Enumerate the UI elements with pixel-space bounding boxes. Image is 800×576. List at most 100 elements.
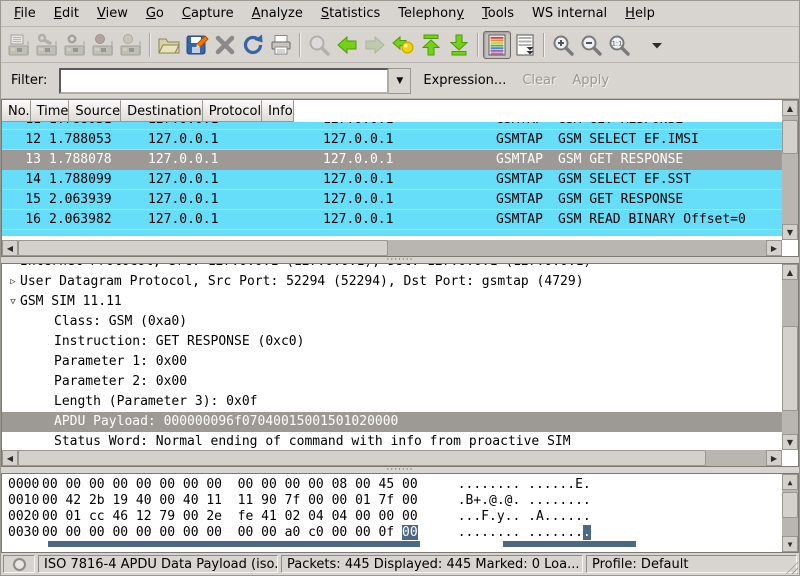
scroll-right-arrow-icon[interactable]: ▶ [766,240,782,256]
protocol-tree-line[interactable]: Status Word: Normal ending of command wi… [2,432,782,450]
menu-item[interactable]: View [88,1,137,26]
go-to-packet-button[interactable] [389,31,417,59]
filter-dropdown-button[interactable]: ▼ [389,68,411,94]
capture-stop-button[interactable] [89,31,117,59]
column-header[interactable]: Time [31,100,70,122]
expander-icon[interactable] [40,332,54,352]
packet-row[interactable]: 11 1.788031 127.0.0.1 127.0.0.1 GSMTAP G… [2,122,782,130]
protocol-tree-line[interactable]: Class: GSM (0xa0) [2,312,782,332]
filter-input[interactable] [59,68,389,94]
open-file-button[interactable] [155,31,183,59]
menu-item[interactable]: Help [616,1,664,26]
scroll-up-arrow-icon[interactable]: ▲ [782,100,798,116]
expression-button[interactable]: Expression... [419,73,510,88]
save-file-button[interactable] [183,31,211,59]
expander-icon[interactable] [40,392,54,412]
expert-info-button[interactable] [3,555,35,573]
filter-label: Filter: [7,73,51,88]
scroll-down-arrow-icon[interactable]: ▼ [782,434,798,450]
colorize-button[interactable] [483,31,511,59]
column-header[interactable]: No. [2,100,31,122]
go-top-button[interactable] [417,31,445,59]
menu-item[interactable]: Edit [45,1,88,26]
packet-list-vertical-scrollbar[interactable]: ▲ ▼ [782,100,798,240]
expander-icon[interactable]: ▽ [6,292,20,312]
packet-row[interactable]: 13 1.788078 127.0.0.1 127.0.0.1 GSMTAP G… [2,150,782,170]
scroll-right-arrow-icon[interactable]: ▶ [766,450,782,466]
protocol-tree-line[interactable]: ▽ GSM SIM 11.11 [2,292,782,312]
hex-dump-row[interactable]: 0010 00 42 2b 19 40 00 40 11 11 90 7f 00… [2,493,782,509]
scrollbar-thumb[interactable] [18,240,388,256]
zoom-actual-button[interactable] [605,31,633,59]
menu-item[interactable]: Capture [173,1,243,26]
packet-row[interactable]: 15 2.063939 127.0.0.1 127.0.0.1 GSMTAP G… [2,190,782,210]
hex-vertical-scrollbar[interactable]: ▲ ▼ [782,474,798,552]
menu-item[interactable]: Tools [473,1,523,26]
scroll-down-arrow-icon[interactable]: ▼ [782,536,798,552]
selected-ascii[interactable]: . [583,525,591,540]
protocol-tree-line[interactable]: APDU Payload: 000000096f0704001500150102… [2,412,782,432]
protocol-tree-line[interactable]: Internet Protocol, Src: 127.0.0.1 (127.0… [2,264,782,272]
expander-icon[interactable] [40,372,54,392]
scroll-left-arrow-icon[interactable]: ◀ [2,240,18,256]
zoom-out-button[interactable] [577,31,605,59]
menu-item[interactable]: Telephony [389,1,473,26]
protocol-tree-line[interactable]: ▷ User Datagram Protocol, Src Port: 5229… [2,272,782,292]
expander-icon[interactable] [40,432,54,450]
reload-button[interactable] [239,31,267,59]
go-forward-button[interactable] [361,31,389,59]
expander-icon[interactable] [40,412,54,432]
protocol-tree-line[interactable]: Parameter 2: 0x00 [2,372,782,392]
hex-dump-row[interactable]: 0000 00 00 00 00 00 00 00 00 00 00 00 00… [2,477,782,493]
expander-icon[interactable] [40,312,54,332]
protocol-tree-line[interactable]: Instruction: GET RESPONSE (0xc0) [2,332,782,352]
details-horizontal-scrollbar[interactable]: ◀ ▶ [2,450,782,466]
packet-row[interactable]: 12 1.788053 127.0.0.1 127.0.0.1 GSMTAP G… [2,130,782,150]
profile-status[interactable]: Profile: Default [586,555,797,573]
list-interfaces-button[interactable] [5,31,33,59]
scroll-left-arrow-icon[interactable]: ◀ [2,450,18,466]
column-header[interactable]: Protocol [203,100,262,122]
apply-button[interactable]: Apply [568,73,613,88]
expander-icon[interactable] [40,352,54,372]
close-file-button[interactable] [211,31,239,59]
protocol-tree-line[interactable]: Length (Parameter 3): 0x0f [2,392,782,412]
expander-icon[interactable]: ▷ [6,272,20,292]
details-vertical-scrollbar[interactable]: ▲ ▼ [782,264,798,450]
autoscroll-button[interactable] [511,31,539,59]
scrollbar-thumb[interactable] [782,326,798,411]
menu-item[interactable]: Statistics [312,1,389,26]
scrollbar-thumb[interactable] [782,120,798,154]
zoom-in-button[interactable] [549,31,577,59]
column-header[interactable]: Destination [121,100,203,122]
protocol-tree-line[interactable]: Parameter 1: 0x00 [2,352,782,372]
column-header[interactable]: Source [69,100,121,122]
capture-start-button[interactable] [61,31,89,59]
partially-visible-packet-row[interactable] [2,230,782,236]
column-header[interactable]: Info [262,100,294,122]
hex-dump-row[interactable]: 0030 00 00 00 00 00 00 00 00 00 00 a0 c0… [2,525,782,541]
menu-item[interactable]: Go [137,1,173,26]
capture-restart-button[interactable] [117,31,145,59]
selected-byte[interactable]: 00 [402,525,418,540]
scroll-up-arrow-icon[interactable]: ▲ [782,264,798,280]
scroll-down-arrow-icon[interactable]: ▼ [782,224,798,240]
find-button[interactable] [305,31,333,59]
capture-options-button[interactable] [33,31,61,59]
expander-icon[interactable] [6,264,20,272]
scrollbar-thumb[interactable] [18,450,706,466]
clear-button[interactable]: Clear [518,73,560,88]
packet-row[interactable]: 14 1.788099 127.0.0.1 127.0.0.1 GSMTAP G… [2,170,782,190]
packet-row[interactable]: 16 2.063982 127.0.0.1 127.0.0.1 GSMTAP G… [2,210,782,230]
menu-item[interactable]: WS internal [523,1,616,26]
hex-dump-row[interactable]: 0020 00 01 cc 46 12 79 00 2e fe 41 02 04… [2,509,782,525]
packet-list-horizontal-scrollbar[interactable]: ◀ ▶ [2,240,782,256]
print-button[interactable] [267,31,295,59]
scroll-up-arrow-icon[interactable]: ▲ [782,474,798,490]
menu-item[interactable]: Analyze [243,1,312,26]
menu-item[interactable]: File [5,1,45,26]
toolbar-overflow-button[interactable] [643,31,671,59]
go-back-button[interactable] [333,31,361,59]
go-bottom-button[interactable] [445,31,473,59]
scrollbar-thumb[interactable] [782,492,798,518]
